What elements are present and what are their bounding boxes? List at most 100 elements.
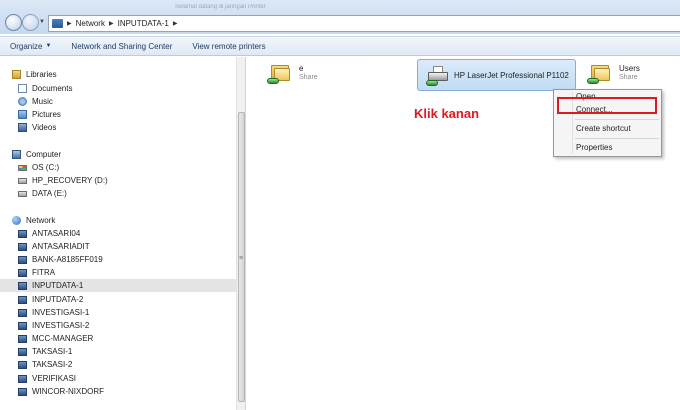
navigation-pane: Libraries Documents Music Pictures Video… (0, 57, 236, 410)
pictures-icon (18, 110, 27, 119)
printer-name: HP LaserJet Professional P1102 (454, 70, 569, 80)
sidebar-item-computer[interactable]: Computer (12, 148, 61, 161)
pane-splitter-grip-icon[interactable]: ≡ (239, 255, 243, 262)
network-icon (12, 216, 21, 225)
menu-item-create-shortcut[interactable]: Create shortcut (576, 123, 631, 134)
sidebar-item-host[interactable]: INPUTDATA-2 (18, 293, 83, 306)
tile-subtitle: Share (619, 74, 638, 81)
sidebar-item-label: TAKSASI-2 (32, 360, 73, 369)
sidebar-item-label: INVESTIGASI-1 (32, 308, 90, 317)
background-window-title: Selamat datang di jaringan Printer (175, 4, 266, 10)
sidebar-item-host[interactable]: TAKSASI-2 (18, 358, 72, 371)
printer-icon (426, 66, 448, 86)
sidebar-item-label: Pictures (32, 110, 61, 119)
menu-separator (575, 119, 659, 120)
sidebar-item-label: Videos (32, 123, 57, 132)
sidebar-item-host[interactable]: FITRA (18, 266, 55, 279)
sidebar-item-host[interactable]: TAKSASI-1 (18, 345, 72, 358)
breadcrumb-chevron-icon[interactable]: ▶ (67, 20, 72, 27)
computer-icon (18, 281, 27, 290)
sidebar-item-host[interactable]: ANTASARI04 (18, 227, 80, 240)
shared-folder-icon (587, 62, 613, 84)
forward-button[interactable] (22, 14, 39, 31)
computer-icon (12, 150, 21, 159)
network-share-icon (426, 80, 438, 86)
breadcrumb-inputdata-1[interactable]: INPUTDATA-1 (118, 19, 169, 28)
sidebar-item-label: INPUTDATA-1 (32, 281, 84, 290)
computer-icon (18, 308, 27, 317)
address-bar-region: Selamat datang di jaringan Printer ▼ ▶ N… (0, 0, 680, 34)
sidebar-item-host[interactable]: MCC-MANAGER (18, 332, 93, 345)
network-share-icon (267, 78, 279, 84)
sidebar-item-label: Music (32, 97, 53, 106)
computer-icon (18, 321, 27, 330)
printer-tile-selected[interactable]: HP LaserJet Professional P1102 (417, 59, 576, 91)
sidebar-item-drive-c[interactable]: OS (C:) (18, 161, 59, 174)
share-e-tile[interactable]: e Share (267, 62, 318, 84)
breadcrumb-chevron-icon[interactable]: ▶ (173, 20, 178, 27)
sidebar-item-host[interactable]: ANTASARIADIT (18, 240, 90, 253)
organize-label: Organize (10, 41, 43, 51)
network-location-icon (52, 19, 63, 28)
sidebar-item-documents[interactable]: Documents (18, 82, 72, 95)
back-button[interactable] (5, 14, 22, 31)
share-users-tile[interactable]: Users Share (587, 62, 640, 84)
sidebar-item-label: ANTASARIADIT (32, 242, 90, 251)
view-remote-printers-button[interactable]: View remote printers (192, 42, 265, 51)
sidebar-item-label: INPUTDATA-2 (32, 295, 84, 304)
computer-icon (18, 360, 27, 369)
menu-item-properties[interactable]: Properties (576, 142, 612, 153)
computer-icon (18, 374, 27, 383)
system-drive-icon (18, 164, 27, 171)
sidebar-item-libraries[interactable]: Libraries (12, 68, 57, 81)
tile-subtitle: Share (299, 74, 318, 81)
sidebar-item-host[interactable]: INVESTIGASI-1 (18, 306, 89, 319)
videos-icon (18, 123, 27, 132)
computer-icon (18, 334, 27, 343)
address-input[interactable]: ▶ Network ▶ INPUTDATA-1 ▶ (48, 15, 680, 32)
sidebar-item-videos[interactable]: Videos (18, 121, 56, 134)
sidebar-item-label: ANTASARI04 (32, 229, 81, 238)
annotation-highlight-box (557, 97, 657, 114)
breadcrumb-chevron-icon[interactable]: ▶ (109, 20, 114, 27)
sidebar-item-label: DATA (E:) (32, 189, 67, 198)
sidebar-item-host[interactable]: INVESTIGASI-2 (18, 319, 89, 332)
libraries-icon (12, 70, 21, 79)
sidebar-item-network[interactable]: Network (12, 214, 55, 227)
organize-button[interactable]: Organize ▼ (10, 42, 51, 51)
recent-pages-chevron-down-icon[interactable]: ▼ (39, 19, 45, 25)
documents-icon (18, 84, 27, 93)
computer-icon (18, 255, 27, 264)
sidebar-item-drive-d[interactable]: HP_RECOVERY (D:) (18, 174, 108, 187)
sidebar-item-label: Libraries (26, 70, 57, 79)
sidebar-item-label: TAKSASI-1 (32, 347, 73, 356)
computer-icon (18, 295, 27, 304)
sidebar-item-pictures[interactable]: Pictures (18, 108, 61, 121)
sidebar-item-label: Computer (26, 150, 62, 159)
sidebar-item-label: FITRA (32, 268, 56, 277)
sidebar-item-music[interactable]: Music (18, 95, 53, 108)
network-share-icon (587, 78, 599, 84)
sidebar-item-label: OS (C:) (32, 163, 60, 172)
sidebar-item-label: HP_RECOVERY (D:) (32, 176, 108, 185)
breadcrumb-network[interactable]: Network (76, 19, 105, 28)
drive-icon (18, 177, 27, 184)
sidebar-item-drive-e[interactable]: DATA (E:) (18, 187, 67, 200)
sidebar-item-host[interactable]: VERIFIKASI (18, 372, 76, 385)
sidebar-item-host[interactable]: BANK-A8185FF019 (18, 253, 103, 266)
tile-name: e (299, 64, 304, 73)
network-sharing-center-button[interactable]: Network and Sharing Center (71, 42, 172, 51)
menu-separator (575, 138, 659, 139)
sidebar-item-label: WINCOR-NIXDORF (32, 387, 104, 396)
sidebar-item-label: Documents (32, 84, 73, 93)
computer-icon (18, 268, 27, 277)
sidebar-item-host[interactable]: WINCOR-NIXDORF (18, 385, 104, 398)
shared-folder-icon (267, 62, 293, 84)
navigation-scrollbar[interactable]: ≡ (236, 57, 246, 410)
sidebar-item-host-selected[interactable]: INPUTDATA-1 (0, 279, 236, 292)
music-icon (18, 97, 27, 106)
computer-icon (18, 387, 27, 396)
command-toolbar: Organize ▼ Network and Sharing Center Vi… (0, 36, 680, 56)
computer-icon (18, 229, 27, 238)
sidebar-item-label: VERIFIKASI (32, 374, 77, 383)
